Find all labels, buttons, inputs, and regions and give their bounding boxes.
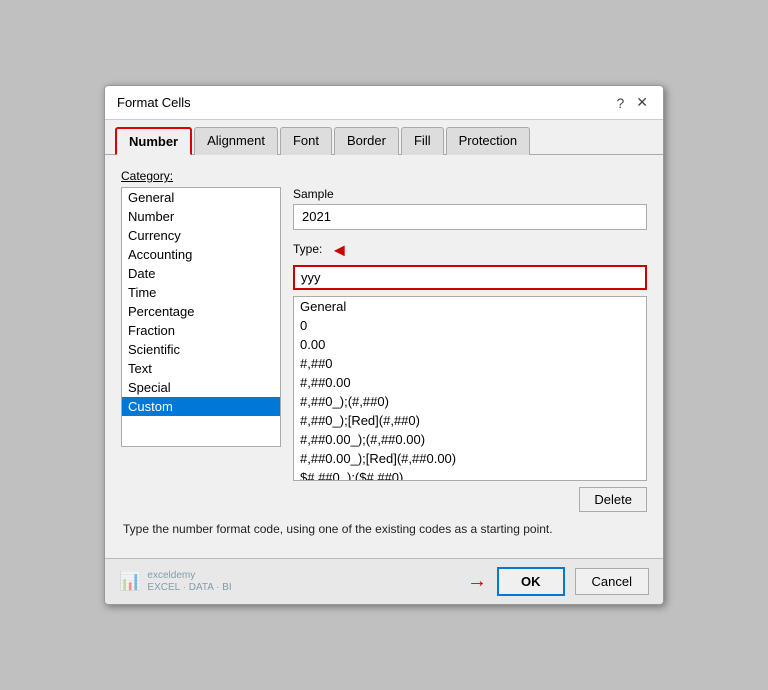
category-item-scientific[interactable]: Scientific [122, 340, 280, 359]
type-label-row: Type: ◄ [293, 240, 647, 261]
watermark-text: exceldemy EXCEL · DATA · BI [147, 570, 231, 594]
format-item-3[interactable]: #,##0.00_);(#,##0.00) [294, 430, 646, 449]
category-item-number[interactable]: Number [122, 207, 280, 226]
tab-alignment[interactable]: Alignment [194, 127, 278, 155]
type-label: Type: [293, 242, 322, 256]
category-item-custom[interactable]: Custom [122, 397, 280, 416]
category-item-special[interactable]: Special [122, 378, 280, 397]
format-item-1[interactable]: #,##0_);(#,##0) [294, 392, 646, 411]
left-panel: General Number Currency Accounting Date … [121, 187, 281, 512]
category-list: General Number Currency Accounting Date … [122, 188, 280, 416]
title-bar: Format Cells ? ✕ [105, 86, 663, 120]
tab-fill[interactable]: Fill [401, 127, 444, 155]
format-item-2[interactable]: #,##0_);[Red](#,##0) [294, 411, 646, 430]
dialog-title: Format Cells [117, 95, 191, 110]
cancel-button[interactable]: Cancel [575, 568, 649, 595]
right-panel: Sample 2021 Type: ◄ General 0 [293, 187, 647, 512]
watermark-icon: 📊 [119, 571, 141, 592]
format-list: General 0 0.00 #,##0 #,##0.00 #,##0_);(#… [294, 297, 646, 481]
tab-protection[interactable]: Protection [446, 127, 531, 155]
dialog-body: Category: General Number Currency Accoun… [105, 155, 663, 558]
category-label: Category: [121, 169, 647, 183]
tab-number[interactable]: Number [115, 127, 192, 155]
format-item-5[interactable]: $#,##0_);($#,##0) [294, 468, 646, 481]
close-button[interactable]: ✕ [633, 94, 651, 111]
tab-font[interactable]: Font [280, 127, 332, 155]
format-item-0.00[interactable]: 0.00 [294, 335, 646, 354]
format-item-hash0[interactable]: #,##0 [294, 354, 646, 373]
title-bar-controls: ? ✕ [613, 94, 651, 111]
sample-value: 2021 [293, 204, 647, 230]
delete-button[interactable]: Delete [579, 487, 647, 512]
type-arrow: ◄ [330, 240, 348, 261]
sample-section: Sample 2021 [293, 187, 647, 230]
format-item-hash0.00[interactable]: #,##0.00 [294, 373, 646, 392]
footer-buttons: → OK Cancel [467, 567, 649, 596]
type-input[interactable] [293, 265, 647, 290]
ok-button[interactable]: OK [497, 567, 565, 596]
main-content: General Number Currency Accounting Date … [121, 187, 647, 512]
delete-btn-row: Delete [293, 487, 647, 512]
category-item-text[interactable]: Text [122, 359, 280, 378]
tab-bar: Number Alignment Font Border Fill Protec… [105, 120, 663, 155]
ok-arrow: → [467, 570, 487, 593]
category-item-fraction[interactable]: Fraction [122, 321, 280, 340]
category-item-percentage[interactable]: Percentage [122, 302, 280, 321]
footer: 📊 exceldemy EXCEL · DATA · BI → OK Cance… [105, 558, 663, 604]
format-cells-dialog: Format Cells ? ✕ Number Alignment Font B… [104, 85, 664, 605]
format-item-4[interactable]: #,##0.00_);[Red](#,##0.00) [294, 449, 646, 468]
format-item-0[interactable]: 0 [294, 316, 646, 335]
format-item-general[interactable]: General [294, 297, 646, 316]
format-list-container[interactable]: General 0 0.00 #,##0 #,##0.00 #,##0_);(#… [293, 296, 647, 481]
category-list-container[interactable]: General Number Currency Accounting Date … [121, 187, 281, 447]
category-item-accounting[interactable]: Accounting [122, 245, 280, 264]
category-item-general[interactable]: General [122, 188, 280, 207]
category-item-date[interactable]: Date [122, 264, 280, 283]
category-item-currency[interactable]: Currency [122, 226, 280, 245]
hint-text: Type the number format code, using one o… [121, 522, 647, 536]
category-item-time[interactable]: Time [122, 283, 280, 302]
sample-label: Sample [293, 187, 647, 201]
watermark: 📊 exceldemy EXCEL · DATA · BI [119, 570, 232, 594]
tab-border[interactable]: Border [334, 127, 399, 155]
watermark-line1: exceldemy [147, 570, 231, 582]
help-button[interactable]: ? [613, 95, 627, 111]
watermark-line2: EXCEL · DATA · BI [147, 582, 231, 594]
type-section: Type: ◄ [293, 240, 647, 290]
